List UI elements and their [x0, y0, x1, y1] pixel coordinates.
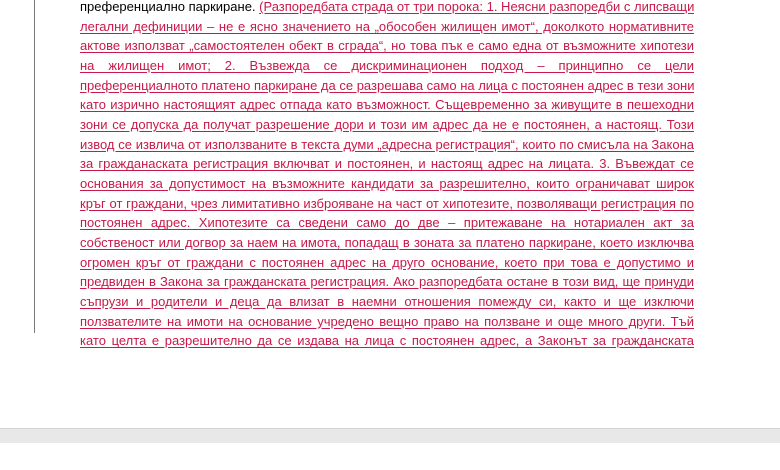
- tracked-insertion-line: зони се допуска да получат разрешение до…: [80, 116, 694, 132]
- status-bar: [0, 428, 780, 443]
- tracked-insertion: (Разпоредбата страда от три порока: 1. Н…: [259, 0, 694, 14]
- tracked-insertion-line: основания за допустимост на възможните к…: [80, 175, 694, 191]
- document-body[interactable]: преференциално паркиране. (Разпоредбата …: [80, 0, 694, 351]
- tracked-insertion-line: като целта е разрешително да се издава н…: [80, 333, 694, 349]
- tracked-insertion-line: преференциалното платено паркиране да се…: [80, 77, 694, 93]
- document-window: преференциално паркиране. (Разпоредбата …: [0, 0, 780, 470]
- plain-text: преференциално паркиране.: [80, 0, 260, 14]
- tracked-insertion-line: за гражданаската регистрация включват и …: [80, 156, 694, 172]
- tracked-insertion-line: на жилищен имот; 2. Възвежда се дискрими…: [80, 57, 694, 73]
- tracked-insertion-line: огромен кръг от граждани с постоянен адр…: [80, 254, 694, 270]
- tracked-insertion-line: ползвателите на имоти на основание учред…: [80, 313, 694, 329]
- tracked-insertion-line: легални дефиниции – не е ясно значението…: [80, 18, 694, 34]
- text-line: преференциално паркиране. (Разпоредбата …: [80, 0, 694, 17]
- tracked-insertion-line: постоянен адрес. Хипотезите са сведени с…: [80, 215, 694, 231]
- tracked-insertion-line: предвиден в Закона за гражданската регис…: [80, 274, 694, 290]
- tracked-insertion-line: извод се извлича от използваните в текст…: [80, 136, 694, 152]
- tracked-insertion-line: кръг от граждани, чрез лимитативно избро…: [80, 195, 694, 211]
- tracked-insertion-line: като изрично настоящият адрес отпада кат…: [80, 97, 694, 113]
- document-page[interactable]: преференциално паркиране. (Разпоредбата …: [0, 0, 780, 428]
- window-bottom: [0, 443, 780, 470]
- tracked-insertion-line: собственост или догвор за наем на имота,…: [80, 234, 694, 250]
- change-bar: [34, 0, 35, 333]
- tracked-insertion-line: съпрузи и родители и деца да влизат в на…: [80, 293, 694, 309]
- tracked-insertion-line: актове използват „самостоятелен обект в …: [80, 38, 694, 54]
